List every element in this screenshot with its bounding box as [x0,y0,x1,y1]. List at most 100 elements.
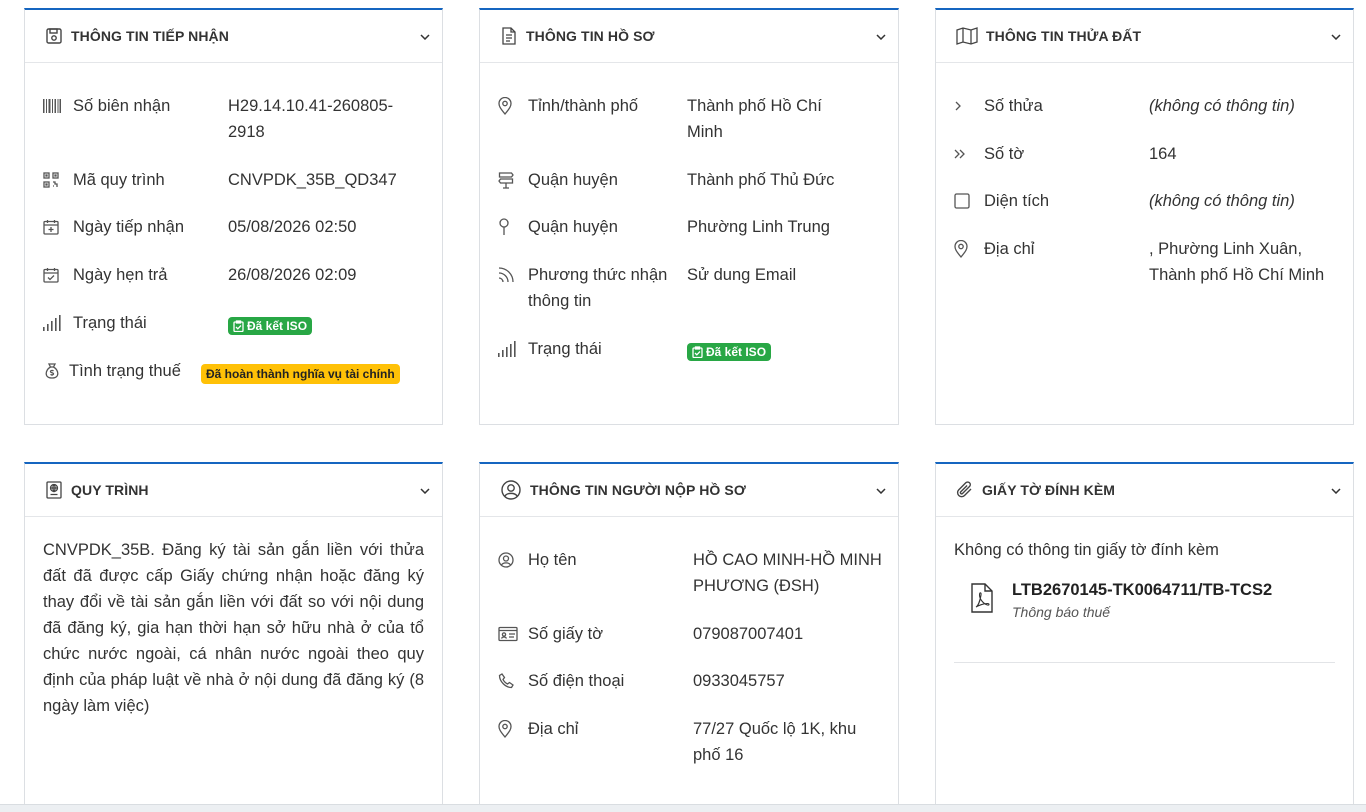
pdf-file-icon [970,583,994,618]
card-header[interactable]: THÔNG TIN THỬA ĐẤT [936,10,1353,63]
row-label: Họ tên [528,551,577,569]
card-title: QUY TRÌNH [71,482,149,498]
row-label: Số tờ [984,145,1025,163]
card-header[interactable]: GIẤY TỜ ĐÍNH KÈM [936,464,1353,517]
card-title: GIẤY TỜ ĐÍNH KÈM [982,482,1116,498]
signpost-icon [498,167,522,193]
status-badge: Đã kết ISO [228,314,313,340]
calendar-plus-icon [43,214,67,240]
row-label: Quận huyện [528,171,618,189]
signal-icon [498,336,522,362]
card-title: THÔNG TIN TIẾP NHẬN [71,28,229,44]
save-disk-icon [43,25,65,47]
card-giay-to: GIẤY TỜ ĐÍNH KÈM Không có thông tin giấy… [935,462,1354,812]
row-value: Thành phố Thủ Đức [687,171,835,189]
row-value: (không có thông tin) [1149,192,1295,210]
map-pin-icon [498,716,522,742]
map-pin-icon [954,236,978,262]
attachment-subtitle: Thông báo thuế [1012,604,1111,620]
chevron-right-icon [954,93,978,119]
clipboard-check-icon [233,320,244,332]
card-title: THÔNG TIN NGƯỜI NỘP HỒ SƠ [530,482,746,498]
row-value: Sử dung Email [687,266,797,284]
row-label: Ngày tiếp nhận [73,218,184,236]
row-value: 05/08/2026 02:50 [228,218,357,236]
process-description: CNVPDK_35B. Đăng ký tài sản gắn liền với… [43,541,424,715]
row-value: Thành phố Hồ Chí Minh [687,97,822,141]
money-bag-icon [43,358,67,384]
collapse-caret-icon[interactable] [1331,32,1341,42]
map-pin-icon [498,93,522,119]
row-value: 26/08/2026 02:09 [228,266,357,284]
card-thua-dat: THÔNG TIN THỬA ĐẤT Số thửa (không có thô… [935,8,1354,425]
card-nguoi-nop: THÔNG TIN NGƯỜI NỘP HỒ SƠ Họ tên HỒ CAO … [479,462,899,812]
row-label: Diện tích [984,192,1050,210]
phone-icon [498,668,522,694]
row-value: (không có thông tin) [1149,97,1295,115]
collapse-caret-icon[interactable] [420,32,430,42]
row-label: Mã quy trình [73,171,165,189]
status-badge: Đã kết ISO [687,340,772,366]
card-title: THÔNG TIN HỒ SƠ [526,28,655,44]
row-label: Tỉnh/thành phố [528,97,639,115]
user-circle-icon [498,547,522,573]
horizontal-scrollbar[interactable] [0,804,1366,812]
row-value: , Phường Linh Xuân, Thành phố Hồ Chí Min… [1149,240,1325,284]
row-value: 0933045757 [693,672,785,690]
row-label: Địa chỉ [528,720,579,738]
tax-status-badge: Đã hoàn thành nghĩa vụ tài chính [201,360,400,386]
row-value: 164 [1149,145,1177,163]
calendar-check-icon [43,262,67,288]
barcode-icon [43,93,67,119]
card-title: THÔNG TIN THỬA ĐẤT [986,28,1142,44]
signal-icon [43,310,67,336]
map-icon [954,25,980,47]
row-value: CNVPDK_35B_QD347 [228,171,397,189]
row-label: Số biên nhận [73,97,171,115]
row-value: 079087007401 [693,625,804,643]
row-label: Số thửa [984,97,1043,115]
document-icon [498,25,520,47]
divider [954,662,1335,663]
double-chevron-right-icon [954,141,978,167]
card-ho-so: THÔNG TIN HỒ SƠ Tỉnh/thành phố Thành phố… [479,8,899,425]
row-label: Ngày hẹn trả [73,266,168,284]
rss-icon [498,262,522,288]
user-circle-icon [498,479,524,501]
clipboard-check-icon [692,346,703,358]
pin-icon [498,214,522,240]
row-value: 77/27 Quốc lộ 1K, khu phố 16 [693,720,857,764]
collapse-caret-icon[interactable] [876,32,886,42]
paperclip-icon [954,479,976,501]
status-badge-text: Đã kết ISO [706,345,767,359]
row-label: Trạng thái [73,314,147,332]
card-header[interactable]: QUY TRÌNH [25,464,442,517]
attachment-item[interactable]: LTB2670145-TK0064711/TB-TCS2 Thông báo t… [970,579,1272,623]
row-label: Trạng thái [528,340,602,358]
attachment-name[interactable]: LTB2670145-TK0064711/TB-TCS2 [1012,579,1272,601]
no-attachment-text: Không có thông tin giấy tờ đính kèm [954,541,1219,559]
card-quy-trinh: QUY TRÌNH CNVPDK_35B. Đăng ký tài sản gắ… [24,462,443,812]
collapse-caret-icon[interactable] [1331,486,1341,496]
collapse-caret-icon[interactable] [420,486,430,496]
tax-status-badge-text: Đã hoàn thành nghĩa vụ tài chính [201,364,400,384]
row-label: Số giấy tờ [528,625,604,643]
row-label: Tình trạng thuế [69,362,181,380]
row-label: Số điện thoại [528,672,625,690]
row-label: Quận huyện [528,218,618,236]
row-value: Phường Linh Trung [687,218,830,236]
card-header[interactable]: THÔNG TIN TIẾP NHẬN [25,10,442,63]
qrcode-icon [43,167,67,193]
status-badge-text: Đã kết ISO [247,319,308,333]
card-tiep-nhan: THÔNG TIN TIẾP NHẬN Số biên nhận H29.14.… [24,8,443,425]
collapse-caret-icon[interactable] [876,486,886,496]
passport-icon [43,479,65,501]
square-icon [954,188,978,214]
row-value: HỒ CAO MINH-HỒ MINH PHƯƠNG (ĐSH) [693,551,882,595]
card-header[interactable]: THÔNG TIN NGƯỜI NỘP HỒ SƠ [480,464,898,517]
id-card-icon [498,621,522,647]
row-value: H29.14.10.41-260805-2918 [228,97,394,141]
row-label: Địa chỉ [984,240,1035,258]
row-label: Phương thức nhận thông tin [528,266,668,310]
card-header[interactable]: THÔNG TIN HỒ SƠ [480,10,898,63]
